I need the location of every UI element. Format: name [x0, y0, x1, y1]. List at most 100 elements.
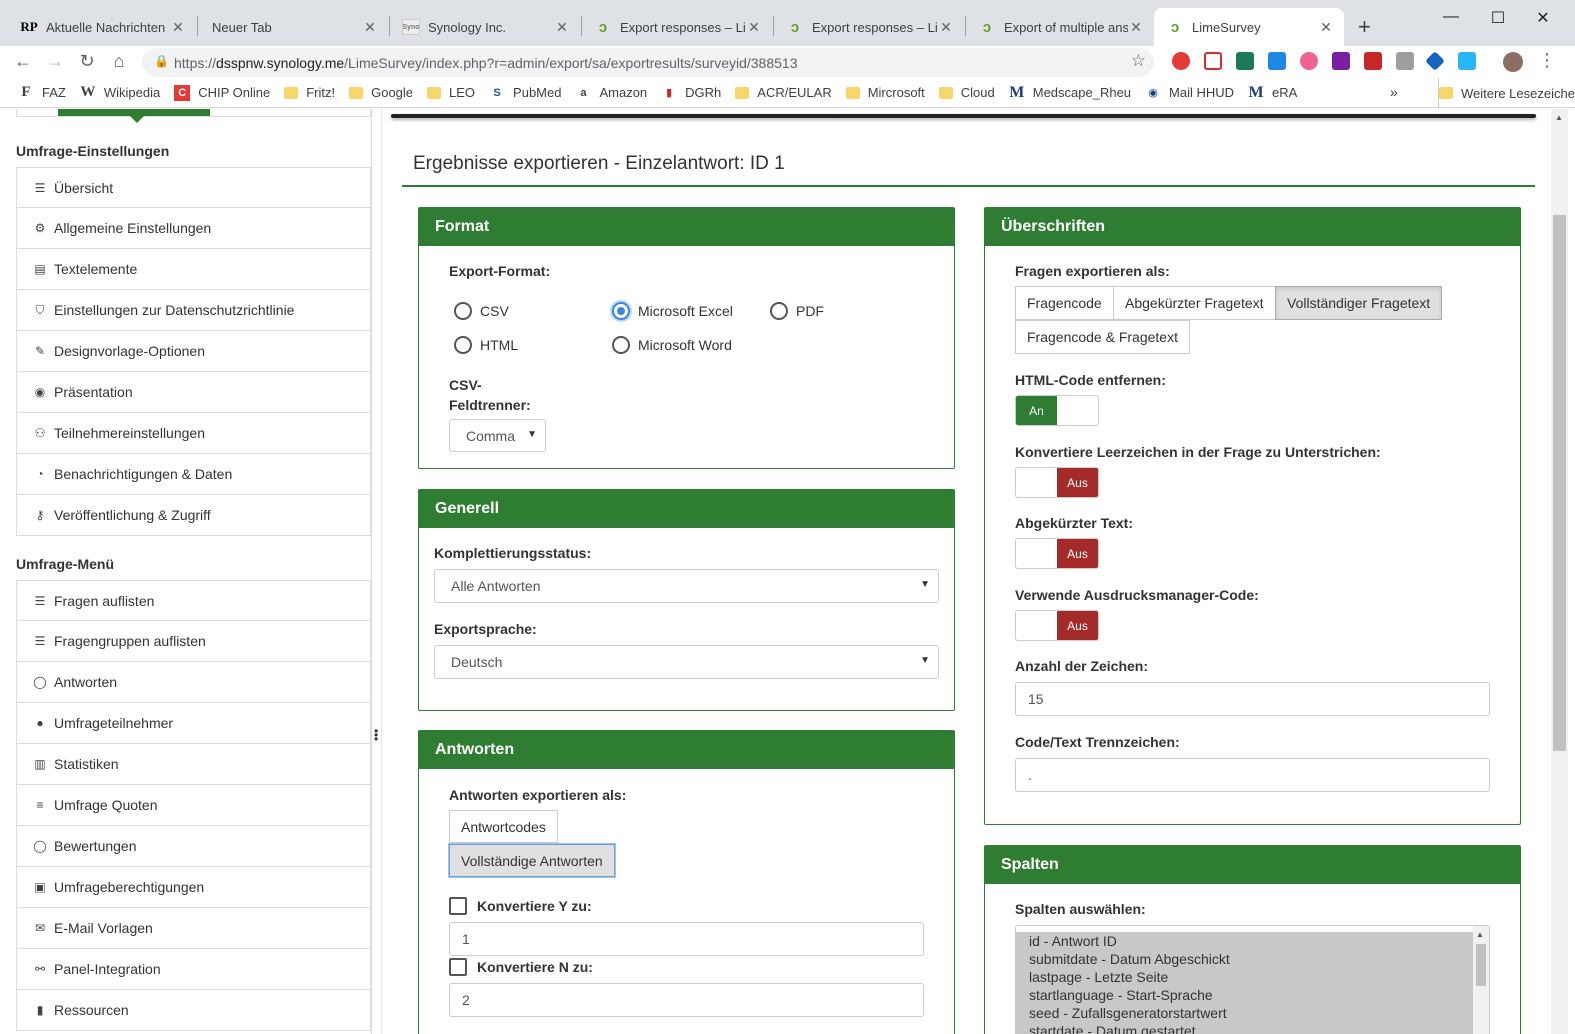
browser-tab[interactable]: ↄ Export responses – Lime ✕ — [582, 8, 772, 46]
column-option[interactable]: id - Antwort ID — [1016, 932, 1478, 950]
window-close-button[interactable]: ✕ — [1533, 8, 1553, 27]
m-extension-icon[interactable] — [1364, 52, 1382, 70]
sidebar-tab-active[interactable] — [58, 109, 210, 116]
sidebar-item-statistics[interactable]: ▥ Statistiken — [16, 744, 371, 785]
menu-dots-icon[interactable]: ⋮ — [1536, 50, 1558, 71]
browser-tab[interactable]: RP Aktuelle Nachrichten | R ✕ — [8, 8, 196, 46]
csv-separator-select[interactable]: Comma ▼ — [449, 419, 546, 452]
radio-pdf[interactable]: PDF — [770, 302, 824, 320]
drag-handle-icon[interactable]: • • • — [374, 725, 378, 745]
sidebar-item-panel-integration[interactable]: ⚯ Panel-Integration — [16, 949, 371, 990]
address-bar[interactable]: 🔒 https://dsspnw.synology.me/LimeSurvey/… — [142, 48, 1154, 77]
radio-csv[interactable]: CSV — [454, 302, 509, 320]
bookmark-item[interactable]: LEO — [427, 85, 475, 100]
bookmark-item[interactable]: C CHIP Online — [174, 84, 270, 101]
browser-tab[interactable]: Neuer Tab ✕ — [198, 8, 388, 46]
close-icon[interactable]: ✕ — [554, 19, 570, 36]
bookmark-star-icon[interactable]: ☆ — [1131, 51, 1146, 71]
bookmark-item[interactable]: S PubMed — [489, 85, 561, 101]
language-select[interactable]: Deutsch ▼ — [434, 645, 939, 679]
sidebar-item-list-groups[interactable]: ☰ Fragengruppen auflisten — [16, 621, 371, 662]
convert-n-checkbox[interactable]: Konvertiere N zu: — [449, 958, 593, 976]
radio-circle[interactable] — [770, 302, 788, 320]
column-option[interactable]: lastpage - Letzte Seite — [1016, 968, 1478, 986]
checkbox-box[interactable] — [449, 897, 467, 915]
close-icon[interactable]: ✕ — [746, 19, 762, 36]
browser-tab[interactable]: ↄ Export responses – Lime ✕ — [774, 8, 964, 46]
close-icon[interactable]: ✕ — [1128, 19, 1144, 36]
checkbox-box[interactable] — [449, 958, 467, 976]
sidebar-resize-handle[interactable] — [372, 109, 382, 1034]
sidebar-item-responses[interactable]: ◯ Antworten — [16, 662, 371, 703]
em-code-toggle[interactable]: Aus — [1015, 610, 1099, 641]
forward-icon[interactable]: → — [44, 51, 66, 72]
scrollbar-thumb[interactable] — [1476, 944, 1486, 986]
sidebar-item-assessments[interactable]: ◯ Bewertungen — [16, 826, 371, 867]
radio-circle[interactable] — [454, 336, 472, 354]
minimize-button[interactable]: — — [1441, 8, 1461, 25]
chars-input[interactable]: 15 — [1015, 682, 1490, 716]
opera-extension-icon[interactable] — [1172, 52, 1190, 70]
s-extension-icon[interactable] — [1236, 52, 1254, 70]
sidebar-item-email-templates[interactable]: ✉ E-Mail Vorlagen — [16, 908, 371, 949]
more-bookmarks-button[interactable]: » — [1390, 84, 1398, 100]
home-icon[interactable]: ⌂ — [108, 51, 130, 72]
other-bookmarks[interactable]: Weitere Lesezeichen — [1438, 78, 1575, 108]
column-option[interactable]: startlanguage - Start-Sprache — [1016, 986, 1478, 1004]
sidebar-item-theme-options[interactable]: ✎ Designvorlage-Optionen — [16, 331, 371, 372]
column-option[interactable]: startdate - Datum gestartet — [1016, 1022, 1478, 1034]
back-icon[interactable]: ← — [12, 51, 34, 72]
convert-spaces-toggle[interactable]: Aus — [1015, 467, 1099, 498]
completion-select[interactable]: Alle Antworten ▼ — [434, 569, 939, 603]
bookmark-item[interactable]: Fritz! — [284, 85, 335, 100]
scroll-up-icon[interactable]: ▲ — [1476, 930, 1484, 939]
avatar[interactable] — [1503, 52, 1523, 72]
sidebar-item-participants[interactable]: ● Umfrageteilnehmer — [16, 703, 371, 744]
sidebar-item-notifications[interactable]: ◔ Benachrichtigungen & Daten — [16, 454, 371, 495]
code-and-text-button[interactable]: Fragencode & Fragetext — [1015, 320, 1190, 354]
bookmark-item[interactable]: Cloud — [938, 85, 995, 100]
bookmark-item[interactable]: Google — [349, 85, 413, 100]
columns-listbox[interactable]: id - Antwort ID submitdate - Datum Abges… — [1015, 925, 1490, 1034]
sidebar-item-list-questions[interactable]: ☰ Fragen auflisten — [16, 580, 371, 621]
bookmark-item[interactable]: W Wikipedia — [80, 84, 160, 101]
listbox-scrollbar[interactable]: ▲ — [1473, 926, 1489, 1034]
window-extension-icon[interactable] — [1458, 52, 1476, 70]
drive-icon[interactable] — [1396, 52, 1414, 70]
browser-tab-active[interactable]: ↄ LimeSurvey ✕ — [1154, 8, 1344, 46]
scrollbar-thumb[interactable] — [1553, 215, 1566, 751]
arrow-extension-icon[interactable] — [1300, 52, 1318, 70]
sidebar-item-overview[interactable]: ☰ Übersicht — [16, 167, 371, 208]
maximize-button[interactable]: ☐ — [1488, 8, 1508, 27]
radio-circle[interactable] — [454, 302, 472, 320]
bookmark-item[interactable]: a Amazon — [575, 85, 647, 101]
bookmark-item[interactable]: Mircrosoft — [845, 85, 925, 100]
abbrev-question-button[interactable]: Abgekürzter Fragetext — [1113, 286, 1276, 320]
abbrev-text-toggle[interactable]: Aus — [1015, 538, 1099, 569]
sidebar-item-resources[interactable]: ▮ Ressourcen — [16, 990, 371, 1031]
convert-y-input[interactable]: 1 — [449, 922, 924, 956]
column-option[interactable]: seed - Zufallsgeneratorstartwert — [1016, 1004, 1478, 1022]
bookmark-item[interactable]: ACR/EULAR — [735, 85, 832, 100]
full-question-button[interactable]: Vollständiger Fragetext — [1275, 286, 1443, 320]
convert-n-input[interactable]: 2 — [449, 983, 924, 1017]
radio-circle-selected[interactable] — [612, 302, 630, 320]
sidebar-item-quotas[interactable]: ≡ Umfrage Quoten — [16, 785, 371, 826]
scroll-up-icon[interactable]: ▲ — [1555, 113, 1563, 122]
separator-input[interactable]: . — [1015, 758, 1490, 792]
sidebar-item-general-settings[interactable]: ⚙ Allgemeine Einstellungen — [16, 208, 371, 249]
bookmark-item[interactable]: ▮ DGRh — [661, 85, 721, 101]
browser-tab[interactable]: ↄ Export of multiple answ ✕ — [966, 8, 1154, 46]
acrobat-extension-icon[interactable] — [1204, 52, 1222, 70]
full-answers-button[interactable]: Vollständige Antworten — [449, 844, 615, 877]
radio-excel[interactable]: Microsoft Excel — [612, 302, 733, 320]
page-scrollbar[interactable]: ▲ — [1551, 109, 1568, 1034]
sidebar-item-presentation[interactable]: ◉ Präsentation — [16, 372, 371, 413]
sidebar-item-permissions[interactable]: ▣ Umfrageberechtigungen — [16, 867, 371, 908]
sidebar-item-privacy[interactable]: ⛉ Einstellungen zur Datenschutzrichtlinie — [16, 290, 371, 331]
onenote-icon[interactable] — [1332, 52, 1350, 70]
reload-icon[interactable]: ↻ — [76, 51, 98, 72]
strip-html-toggle[interactable]: An — [1015, 395, 1099, 426]
close-icon[interactable]: ✕ — [938, 19, 954, 36]
close-icon[interactable]: ✕ — [1318, 19, 1334, 36]
